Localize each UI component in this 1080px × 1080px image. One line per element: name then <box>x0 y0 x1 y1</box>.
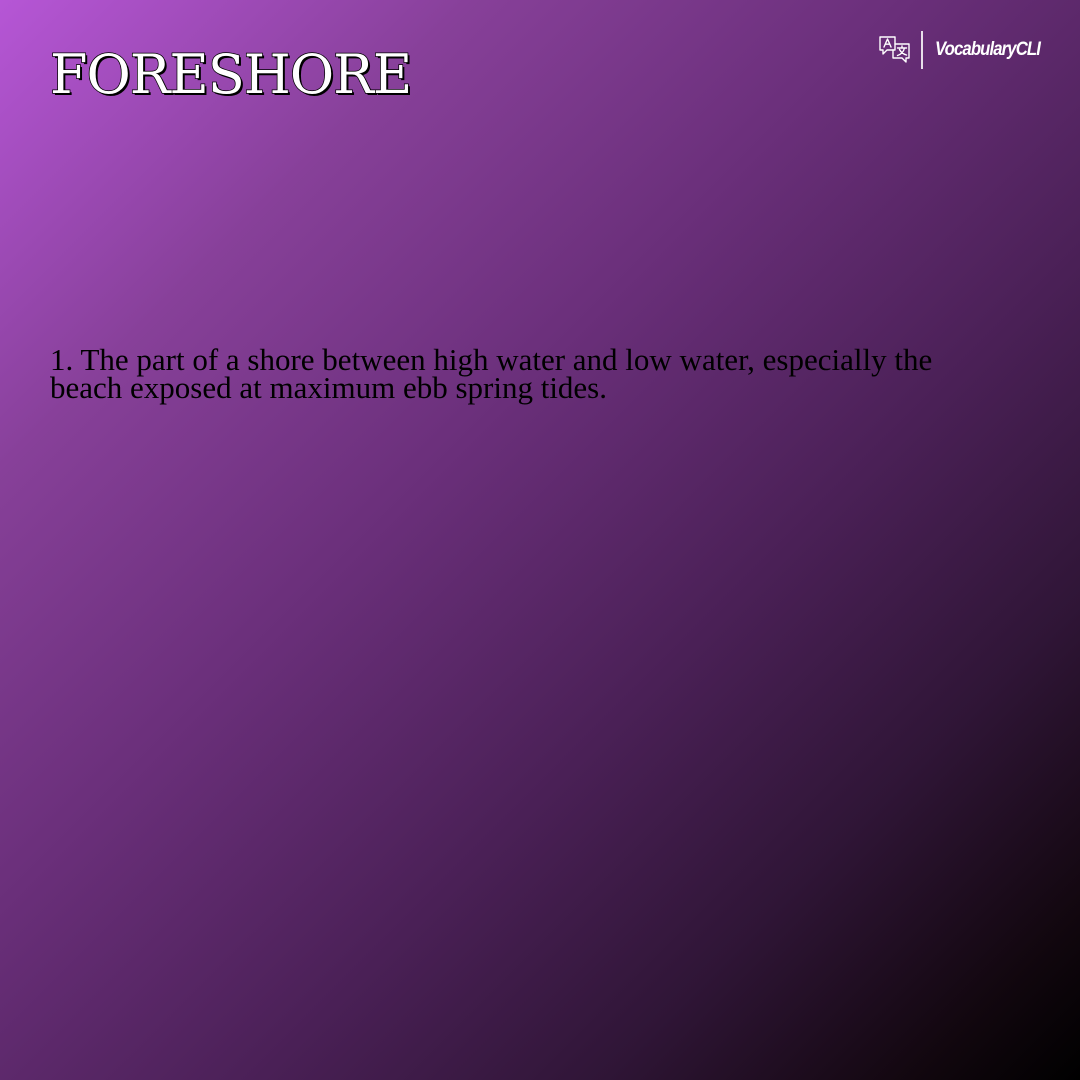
definition-list: 1. The part of a shore between high wate… <box>50 342 980 405</box>
brand-logo: VocabularyCLI <box>878 30 1054 70</box>
brand-name: VocabularyCLI <box>934 39 1041 60</box>
definition-item: 1. The part of a shore between high wate… <box>50 342 933 405</box>
vocabulary-card: FORESHORE VocabularyCLI 1. The part of a… <box>0 0 1080 1080</box>
translate-icon <box>878 33 912 67</box>
brand-divider <box>921 31 923 69</box>
word-title: FORESHORE <box>49 43 413 107</box>
